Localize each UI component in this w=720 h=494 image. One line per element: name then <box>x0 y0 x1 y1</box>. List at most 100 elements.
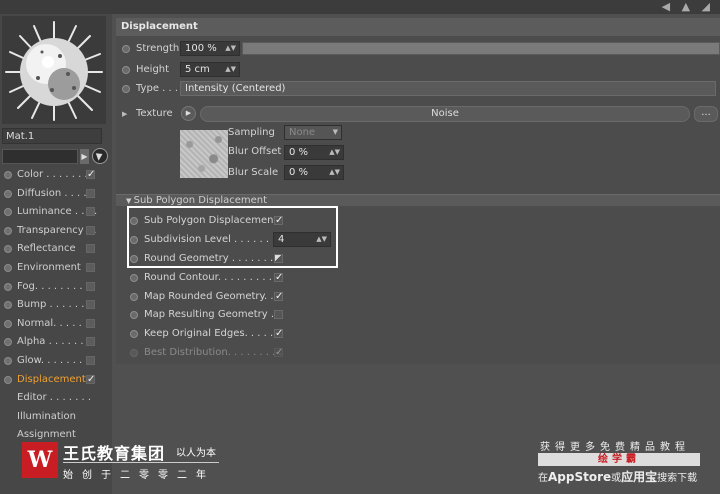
chevron-right-icon[interactable]: ▶ <box>80 149 89 164</box>
channel-checkbox[interactable] <box>86 189 95 198</box>
channel-item[interactable]: Reflectance <box>0 240 112 258</box>
promo-app-name: 绘学霸 <box>538 453 700 466</box>
keep-edges-row: Keep Original Edges. . . . . . ✓ <box>124 325 424 343</box>
channel-label: Displacement <box>17 374 86 385</box>
promo-line-2: 在AppStore或应用宝搜索下载 <box>538 468 697 485</box>
chevron-down-icon: ▼ <box>332 128 338 136</box>
animate-dot-icon[interactable] <box>122 85 130 93</box>
blur-scale-row: Blur Scale 0 % ▲▼ <box>208 164 408 182</box>
sub-polygon-section-header[interactable]: ▼ Sub Polygon Displacement <box>116 194 720 206</box>
spiky-sphere-icon <box>2 16 106 124</box>
channel-checkbox[interactable] <box>86 226 95 235</box>
map-resulting-checkbox[interactable] <box>274 310 283 319</box>
channel-item[interactable]: Bump . . . . . . . <box>0 296 112 314</box>
pick-cursor-icon[interactable] <box>92 148 108 164</box>
nav-arrows-icon[interactable]: ◀ ▲ ◢ <box>662 0 714 13</box>
channel-item[interactable]: Normal. . . . . . . <box>0 315 112 333</box>
channel-label: Transparency . . <box>17 225 97 236</box>
animate-dot-icon[interactable] <box>130 330 138 338</box>
blur-offset-label: Blur Offset <box>228 146 282 157</box>
collapse-arrow-icon: ▼ <box>126 197 134 205</box>
round-contour-checkbox[interactable]: ✓ <box>274 273 283 283</box>
sampling-dropdown[interactable]: None ▼ <box>284 125 342 140</box>
channel-item[interactable]: Fog. . . . . . . . . <box>0 278 112 296</box>
channel-checkbox[interactable] <box>86 356 95 365</box>
channel-label: Glow. . . . . . . . <box>17 355 89 366</box>
channel-checkbox[interactable] <box>86 300 95 309</box>
channel-item[interactable]: Diffusion . . . . . <box>0 185 112 203</box>
round-contour-label: Round Contour. . . . . . . . . . <box>144 272 279 283</box>
channel-checkbox[interactable] <box>86 282 95 291</box>
strength-slider[interactable] <box>242 42 720 55</box>
channel-label: Bump . . . . . . . <box>17 299 91 310</box>
channel-label: Editor . . . . . . . <box>17 392 92 403</box>
divider <box>63 462 219 463</box>
spinner-icon[interactable]: ▲▼ <box>225 42 236 55</box>
animate-dot-icon[interactable] <box>122 66 130 74</box>
strength-value: 100 % <box>185 43 217 54</box>
blur-offset-field[interactable]: 0 % ▲▼ <box>284 145 344 160</box>
promo-text: 搜索下载 <box>657 473 698 484</box>
type-dropdown[interactable]: Intensity (Centered) <box>180 81 716 96</box>
spinner-icon[interactable]: ▲▼ <box>329 166 340 179</box>
channel-item[interactable]: Illumination <box>0 408 112 426</box>
material-selector[interactable] <box>2 149 78 164</box>
animate-dot-icon[interactable] <box>130 293 138 301</box>
keep-edges-label: Keep Original Edges. . . . . . <box>144 328 280 339</box>
channel-checkbox[interactable] <box>86 337 95 346</box>
best-distribution-label: Best Distribution. . . . . . . . . <box>144 347 282 358</box>
channel-dot-icon <box>4 283 12 291</box>
channel-dot-icon <box>4 245 12 253</box>
strength-field[interactable]: 100 % ▲▼ <box>180 41 240 56</box>
channel-item[interactable]: Environment <box>0 259 112 277</box>
best-distribution-row: Best Distribution. . . . . . . . . ✓ <box>124 344 424 362</box>
channel-item[interactable]: Glow. . . . . . . . <box>0 352 112 370</box>
spinner-icon[interactable]: ▲▼ <box>225 63 236 76</box>
logo-letter: W <box>27 447 53 473</box>
material-sidebar: Mat.1 ▶ Color . . . . . . . ✓ Diffusion . … <box>0 14 112 494</box>
channel-checkbox[interactable] <box>86 244 95 253</box>
map-resulting-row: Map Resulting Geometry . . <box>124 306 424 324</box>
round-contour-row: Round Contour. . . . . . . . . . ✓ <box>124 269 424 287</box>
material-preview[interactable] <box>2 16 106 124</box>
texture-row: ▶ Texture <box>116 105 176 123</box>
sampling-value: None <box>289 127 316 138</box>
height-label: Height <box>136 64 170 75</box>
sampling-row: Sampling None ▼ <box>208 124 408 142</box>
height-value: 5 cm <box>185 64 210 75</box>
channel-item[interactable]: Transparency . . <box>0 222 112 240</box>
keep-edges-checkbox[interactable]: ✓ <box>274 329 283 339</box>
material-name-field[interactable]: Mat.1 <box>2 128 102 144</box>
displacement-panel: Displacement Strength 100 % ▲▼ Height 5 c… <box>116 18 720 364</box>
height-field[interactable]: 5 cm ▲▼ <box>180 62 240 77</box>
blur-scale-field[interactable]: 0 % ▲▼ <box>284 165 344 180</box>
animate-dot-icon[interactable] <box>130 274 138 282</box>
texture-label: Texture <box>136 108 173 119</box>
channel-dot-icon <box>4 227 12 235</box>
channel-label: Illumination <box>17 411 76 422</box>
channel-checkbox[interactable] <box>86 263 95 272</box>
map-rounded-checkbox[interactable]: ✓ <box>274 292 283 302</box>
type-label: Type . . . <box>136 83 179 94</box>
animate-dot-icon[interactable] <box>122 45 130 53</box>
channel-checkbox[interactable] <box>86 207 95 216</box>
blur-offset-row: Blur Offset 0 % ▲▼ <box>208 143 408 161</box>
expand-arrow-icon[interactable]: ▶ <box>122 105 127 123</box>
channel-dot-icon <box>4 208 12 216</box>
texture-more-button[interactable]: ... <box>694 106 718 122</box>
spinner-icon[interactable]: ▲▼ <box>329 146 340 159</box>
channel-item[interactable]: Luminance . . . . <box>0 203 112 221</box>
channel-checkbox[interactable] <box>86 319 95 328</box>
channel-item[interactable]: Color . . . . . . . ✓ <box>0 166 112 184</box>
channel-label: Environment <box>17 262 81 273</box>
channel-item[interactable]: Editor . . . . . . . <box>0 389 112 407</box>
texture-menu-arrow-icon[interactable]: ▶ <box>181 106 196 121</box>
channel-dot-icon <box>4 376 12 384</box>
channel-item[interactable]: Alpha . . . . . . . <box>0 333 112 351</box>
animate-dot-icon[interactable] <box>130 311 138 319</box>
channel-dot-icon <box>4 320 12 328</box>
channel-checkbox[interactable]: ✓ <box>86 170 95 180</box>
texture-button[interactable]: Noise <box>200 106 690 122</box>
channel-checkbox[interactable]: ✓ <box>86 375 95 385</box>
channel-item[interactable]: Displacement ✓ <box>0 371 112 389</box>
